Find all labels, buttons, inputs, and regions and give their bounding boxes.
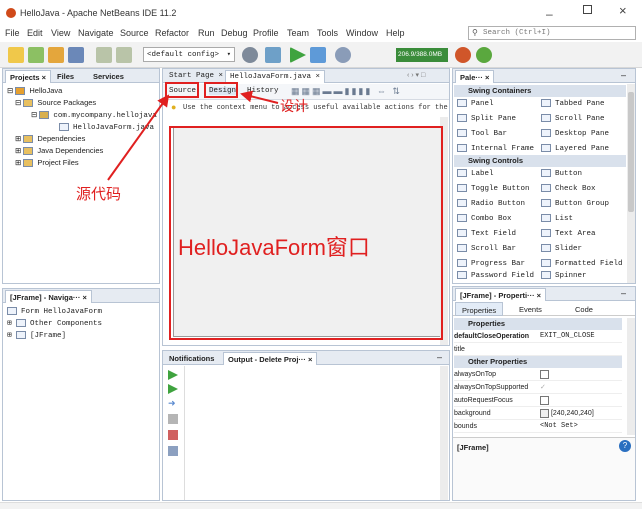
arrow-to-design <box>240 90 279 104</box>
annotation-arrows <box>107 90 279 181</box>
arrow-to-source <box>107 94 170 181</box>
